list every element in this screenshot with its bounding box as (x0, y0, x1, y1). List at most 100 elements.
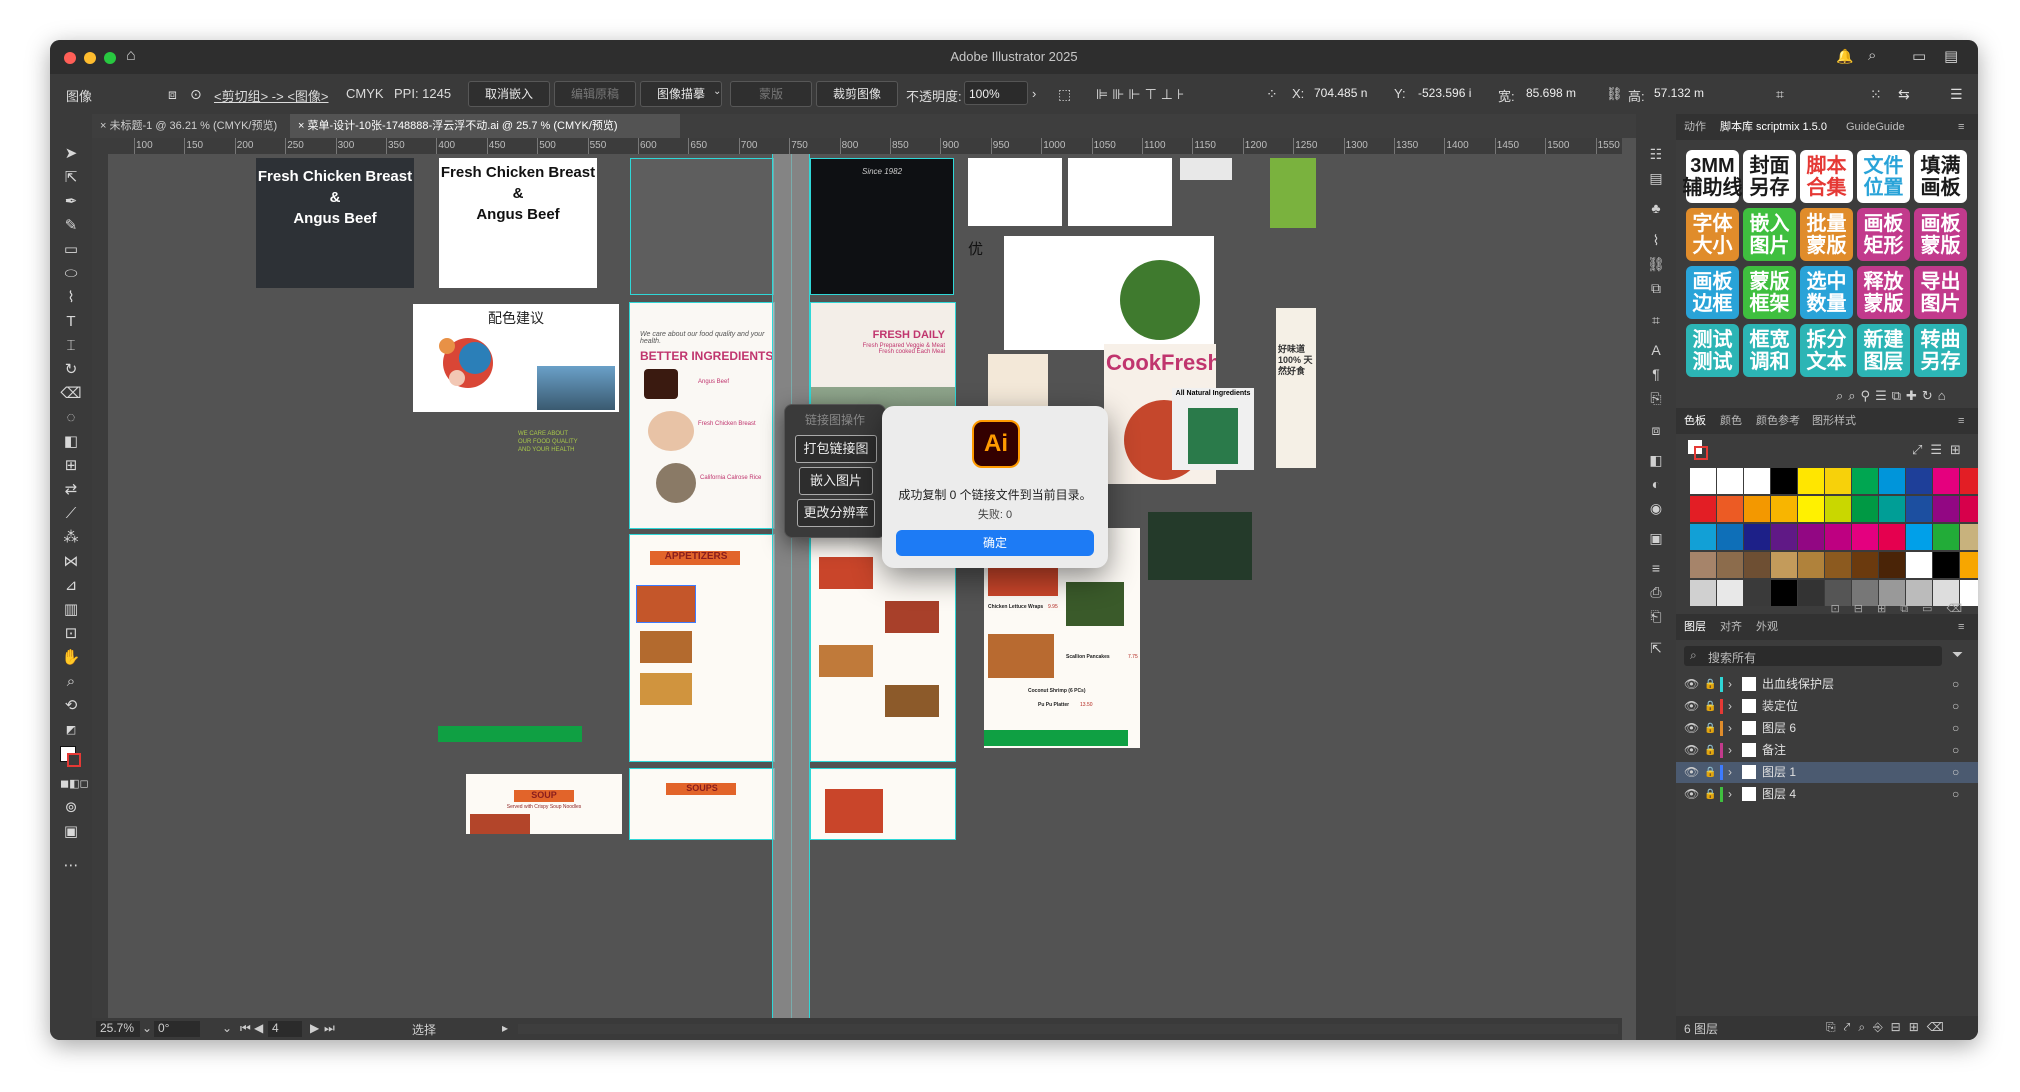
target-icon[interactable]: ○ (1952, 762, 1959, 783)
tab-appearance[interactable]: 外观 (1756, 614, 1778, 640)
edit-original-button[interactable]: 编辑原稿 (554, 81, 636, 107)
tab-swatches[interactable]: 色板 (1684, 408, 1706, 434)
export-icon[interactable]: ⎙ (1646, 582, 1666, 602)
color-swatch[interactable] (1906, 552, 1932, 578)
pack-links-button[interactable]: 打包链接图 (795, 435, 877, 463)
color-swatch[interactable] (1960, 468, 1978, 494)
tab-guideguide[interactable]: GuideGuide (1846, 114, 1905, 140)
mesh-tool-icon[interactable]: ⊞ (60, 456, 82, 476)
color-swatch[interactable] (1690, 496, 1716, 522)
y-field[interactable]: -523.596 i (1414, 81, 1486, 105)
grid-icon[interactable]: ⁙ (1870, 86, 1882, 103)
stroke-color-swatch[interactable] (67, 753, 81, 767)
transform-icon[interactable]: ⬚ (1058, 86, 1071, 103)
panel-toggle-icon[interactable]: ▤ (1944, 47, 1958, 65)
zoom-tool-icon[interactable]: ⌕ (60, 672, 82, 692)
screen-mode-icon[interactable]: ▣ (60, 822, 82, 842)
color-swatch[interactable] (1690, 524, 1716, 550)
tab-untitled[interactable]: × 未标题-1 @ 36.21 % (CMYK/预览) (92, 114, 288, 138)
horizontal-ruler[interactable]: 100 150 200 250 300 350 400 450 500 550 600 650 700 7… (108, 138, 1622, 155)
ok-button[interactable]: 确定 (896, 530, 1094, 556)
script-button[interactable]: 新建 图层 (1857, 324, 1910, 377)
libraries-icon[interactable]: ▤ (1646, 168, 1666, 188)
target-icon[interactable]: ○ (1952, 740, 1959, 761)
artboard-notes-cn[interactable] (968, 158, 1062, 226)
color-swatch[interactable] (1744, 524, 1770, 550)
links-icon[interactable]: ⛓ (1646, 254, 1666, 274)
hand-tool-icon[interactable]: ✋ (60, 648, 82, 668)
direct-selection-tool-icon[interactable]: ⇱ (60, 168, 82, 188)
gradient-panel-icon[interactable]: ◧ (1646, 450, 1666, 470)
color-swatch[interactable] (1771, 496, 1797, 522)
color-swatch[interactable] (1933, 524, 1959, 550)
rotate-tool-icon[interactable]: ↻ (60, 360, 82, 380)
transform-panel-icon[interactable]: ⌗ (1646, 310, 1666, 330)
color-swatch[interactable] (1879, 496, 1905, 522)
color-swatch[interactable] (1744, 496, 1770, 522)
target-icon[interactable]: ○ (1952, 674, 1959, 695)
symbols-icon[interactable]: ♣ (1646, 198, 1666, 218)
width-tool-icon[interactable]: ⋈ (60, 552, 82, 572)
properties-icon[interactable]: ☷ (1646, 144, 1666, 164)
appearance-icon[interactable]: ◉ (1646, 498, 1666, 518)
color-swatch[interactable] (1879, 524, 1905, 550)
natural-ingredients-card[interactable]: All Natural Ingredients (1172, 388, 1254, 470)
opacity-field[interactable]: 100% (964, 81, 1028, 105)
artboard-soup[interactable]: SOUP Served with Crispy Soup Noodles (466, 774, 622, 834)
glyphs-icon[interactable]: ⎘ (1646, 388, 1666, 408)
artboard-soups[interactable]: SOUPS (629, 768, 775, 840)
selection-tool-icon[interactable]: ➤ (60, 144, 82, 164)
color-swatch[interactable] (1906, 468, 1932, 494)
layers-search-box[interactable]: ⌕ 搜索所有 (1684, 646, 1942, 666)
arrange-icon[interactable]: ⇆ (1898, 86, 1910, 103)
breadcrumb[interactable]: <剪切组> -> <图像> (214, 86, 329, 105)
link-icon[interactable]: ⛓ (1606, 86, 1623, 102)
script-button[interactable]: 画板 矩形 (1857, 208, 1910, 261)
panel-menu-icon[interactable]: ☰ (1950, 86, 1963, 103)
layers-footer-icons[interactable]: ⎘⤤⌕⎆⊟⊞⌫ (1826, 1020, 1952, 1035)
tab-color[interactable]: 颜色 (1720, 408, 1742, 434)
pathfinder-icon[interactable]: ⧈ (1646, 420, 1666, 440)
cookfresh-thumb[interactable] (988, 354, 1048, 414)
artboard-card-white[interactable]: Fresh Chicken Breast & Angus Beef (439, 158, 597, 288)
tab-scriptmix[interactable]: 脚本库 scriptmix 1.5.0 (1720, 114, 1827, 140)
paragraph-icon[interactable]: ¶ (1646, 364, 1666, 384)
eye-icon[interactable]: 👁 (1684, 696, 1699, 717)
eye-icon[interactable]: 👁 (1684, 784, 1699, 805)
layer-row[interactable]: 👁 🔒 › 备注 ○ (1676, 740, 1978, 761)
script-button[interactable]: 封面 另存 (1743, 150, 1796, 203)
ellipse-tool-icon[interactable]: ⬭ (60, 264, 82, 284)
script-button[interactable]: 文件 位置 (1857, 150, 1910, 203)
type-tool-icon[interactable]: T (60, 312, 82, 332)
color-swatch[interactable] (1798, 552, 1824, 578)
chevron-right-icon[interactable]: › (1728, 740, 1732, 761)
bell-icon[interactable]: 🔔 (1836, 48, 1853, 65)
canvas[interactable]: Fresh Chicken Breast & Angus Beef Fresh … (108, 154, 1622, 1018)
gradient-tool-icon[interactable]: ◧ (60, 432, 82, 452)
script-button[interactable]: 画板 边框 (1686, 266, 1739, 319)
target-icon[interactable]: ○ (1952, 696, 1959, 717)
image-trace-button[interactable]: 图像描摹 (640, 81, 722, 107)
horizontal-scrollbar[interactable] (518, 1024, 1618, 1034)
workspace-icon[interactable]: ▭ (1912, 47, 1926, 65)
lock-icon[interactable]: 🔒 (1704, 762, 1716, 783)
layer-row[interactable]: 👁 🔒 › 图层 1 ○ (1676, 762, 1978, 783)
vertical-ruler[interactable] (92, 138, 108, 1018)
color-swatch[interactable] (1879, 468, 1905, 494)
play-icon[interactable]: ▸ (502, 1021, 508, 1035)
color-swatch[interactable] (1852, 552, 1878, 578)
eye-icon[interactable]: 👁 (1684, 718, 1699, 739)
height-field[interactable]: 57.132 m (1650, 81, 1722, 105)
color-swatch[interactable] (1852, 496, 1878, 522)
script-button[interactable]: 嵌入 图片 (1743, 208, 1796, 261)
artboard-icon[interactable]: ⌗ (1776, 86, 1784, 103)
shape-builder-tool-icon[interactable]: ◌ (60, 408, 82, 428)
character-icon[interactable]: A (1646, 340, 1666, 360)
color-swatch[interactable] (1960, 552, 1978, 578)
chevron-down-icon[interactable]: ⌄ (713, 86, 721, 97)
curvature-tool-icon[interactable]: ✎ (60, 216, 82, 236)
mask-button[interactable]: 蒙版 (730, 81, 812, 107)
graph-tool-icon[interactable]: ▥ (60, 600, 82, 620)
paintbrush-tool-icon[interactable]: ⌇ (60, 288, 82, 308)
slice-tool-icon[interactable]: ⊿ (60, 576, 82, 596)
